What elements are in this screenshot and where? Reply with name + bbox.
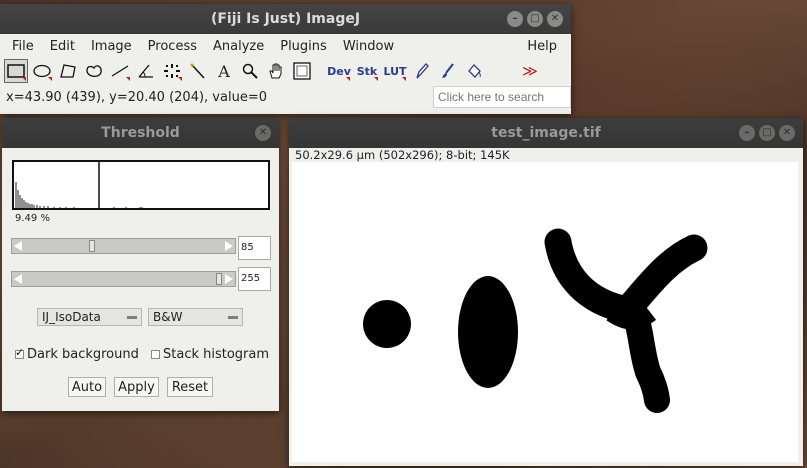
menu-file[interactable]: File: [4, 39, 42, 54]
dev-label: Dev: [327, 64, 351, 78]
angle-tool-icon[interactable]: [134, 59, 158, 83]
stk-label: Stk: [356, 64, 378, 78]
max-threshold-value[interactable]: 255: [238, 267, 271, 291]
image-canvas[interactable]: [292, 162, 798, 462]
search-input[interactable]: [433, 86, 571, 108]
image-titlebar[interactable]: test_image.tif – □ ✕: [289, 118, 803, 148]
threshold-window-controls: ✕: [255, 125, 271, 141]
slider-thumb[interactable]: [216, 273, 222, 285]
rectangle-tool-icon[interactable]: [4, 59, 28, 83]
stack-histogram-checkbox[interactable]: Stack histogram: [151, 347, 269, 362]
flood-fill-icon[interactable]: [462, 59, 486, 83]
max-threshold-slider[interactable]: [11, 271, 236, 287]
line-tool-icon[interactable]: [108, 59, 132, 83]
pencil-tool-icon[interactable]: [410, 59, 434, 83]
main-window-controls: – □ ✕: [507, 11, 563, 27]
slider-thumb[interactable]: [89, 240, 95, 252]
display-mode-value: B&W: [153, 310, 183, 324]
stk-tool-button[interactable]: Stk: [354, 59, 380, 83]
menu-edit[interactable]: Edit: [42, 39, 83, 54]
checkbox-unchecked-icon[interactable]: [151, 350, 160, 359]
dev-tool-button[interactable]: Dev: [326, 59, 352, 83]
method-dropdown[interactable]: IJ_IsoData: [37, 308, 142, 326]
dark-background-label: Dark background: [27, 347, 139, 362]
stack-histogram-label: Stack histogram: [163, 347, 270, 362]
checkbox-checked-icon[interactable]: [15, 346, 24, 359]
point-tool-icon[interactable]: [160, 59, 184, 83]
oval-tool-icon[interactable]: [30, 59, 54, 83]
blob-circle: [363, 300, 411, 348]
maximize-icon[interactable]: □: [527, 11, 543, 27]
lut-tool-button[interactable]: LUT: [382, 59, 408, 83]
hand-tool-icon[interactable]: [264, 59, 288, 83]
minimize-icon[interactable]: –: [507, 11, 523, 27]
thresholded-image: [363, 228, 708, 413]
empty-tool-slot: [488, 59, 516, 83]
color-picker-icon[interactable]: [290, 59, 314, 83]
close-icon[interactable]: ✕: [255, 125, 271, 141]
text-tool-label: A: [218, 61, 230, 81]
min-threshold-value[interactable]: 85: [238, 236, 271, 260]
reset-button[interactable]: Reset: [167, 377, 213, 397]
slider-left-arrow-icon[interactable]: [14, 241, 22, 251]
more-tools-icon[interactable]: ≫: [518, 59, 542, 83]
status-row: x=43.90 (439), y=20.40 (204), value=0: [0, 84, 571, 110]
status-text: x=43.90 (439), y=20.40 (204), value=0: [6, 89, 267, 105]
menu-process[interactable]: Process: [140, 39, 205, 54]
lut-label: LUT: [383, 64, 407, 78]
magnifier-icon[interactable]: [238, 59, 262, 83]
threshold-window: Threshold ✕ 9.49 % 85 255 IJ_IsoData B&W…: [2, 118, 279, 411]
image-window-controls: – □ ✕: [739, 125, 795, 141]
freehand-tool-icon[interactable]: [82, 59, 106, 83]
threshold-title: Threshold: [101, 125, 180, 141]
menu-image[interactable]: Image: [83, 39, 140, 54]
min-threshold-slider[interactable]: [11, 238, 236, 254]
minimize-icon[interactable]: –: [739, 125, 755, 141]
histogram-plot: [15, 162, 143, 208]
menu-window[interactable]: Window: [335, 39, 402, 54]
menu-analyze[interactable]: Analyze: [205, 39, 272, 54]
tool-bar: A Dev Stk LUT ≫: [0, 58, 571, 84]
imagej-main-window: (Fiji Is Just) ImageJ – □ ✕ File Edit Im…: [0, 4, 571, 114]
display-mode-dropdown[interactable]: B&W: [148, 308, 243, 326]
close-icon[interactable]: ✕: [779, 125, 795, 141]
threshold-percent: 9.49 %: [15, 213, 50, 224]
blob-ellipse: [458, 276, 518, 388]
image-window-title: test_image.tif: [491, 125, 601, 141]
image-window: test_image.tif – □ ✕ 50.2x29.6 µm (502x2…: [289, 118, 803, 466]
text-tool-icon[interactable]: A: [212, 59, 236, 83]
dark-background-checkbox[interactable]: Dark background: [15, 346, 139, 362]
more-tools-label: ≫: [522, 62, 538, 80]
close-icon[interactable]: ✕: [547, 11, 563, 27]
maximize-icon[interactable]: □: [759, 125, 775, 141]
menu-help[interactable]: Help: [519, 39, 565, 54]
menu-plugins[interactable]: Plugins: [272, 39, 335, 54]
menu-bar: File Edit Image Process Analyze Plugins …: [0, 34, 571, 58]
threshold-histogram: [12, 160, 270, 210]
slider-left-arrow-icon[interactable]: [14, 274, 22, 284]
brush-tool-icon[interactable]: [436, 59, 460, 83]
polygon-tool-icon[interactable]: [56, 59, 80, 83]
dropdown-icon: [228, 315, 238, 319]
wand-tool-icon[interactable]: [186, 59, 210, 83]
dropdown-icon: [127, 315, 137, 319]
main-window-title: (Fiji Is Just) ImageJ: [210, 11, 361, 27]
slider-right-arrow-icon[interactable]: [225, 274, 233, 284]
main-titlebar[interactable]: (Fiji Is Just) ImageJ – □ ✕: [0, 4, 571, 34]
method-value: IJ_IsoData: [42, 310, 101, 324]
threshold-titlebar[interactable]: Threshold ✕: [2, 118, 279, 148]
auto-button[interactable]: Auto: [68, 377, 106, 397]
apply-button[interactable]: Apply: [114, 377, 159, 397]
image-info: 50.2x29.6 µm (502x296); 8-bit; 145K: [295, 148, 510, 162]
slider-right-arrow-icon[interactable]: [225, 241, 233, 251]
